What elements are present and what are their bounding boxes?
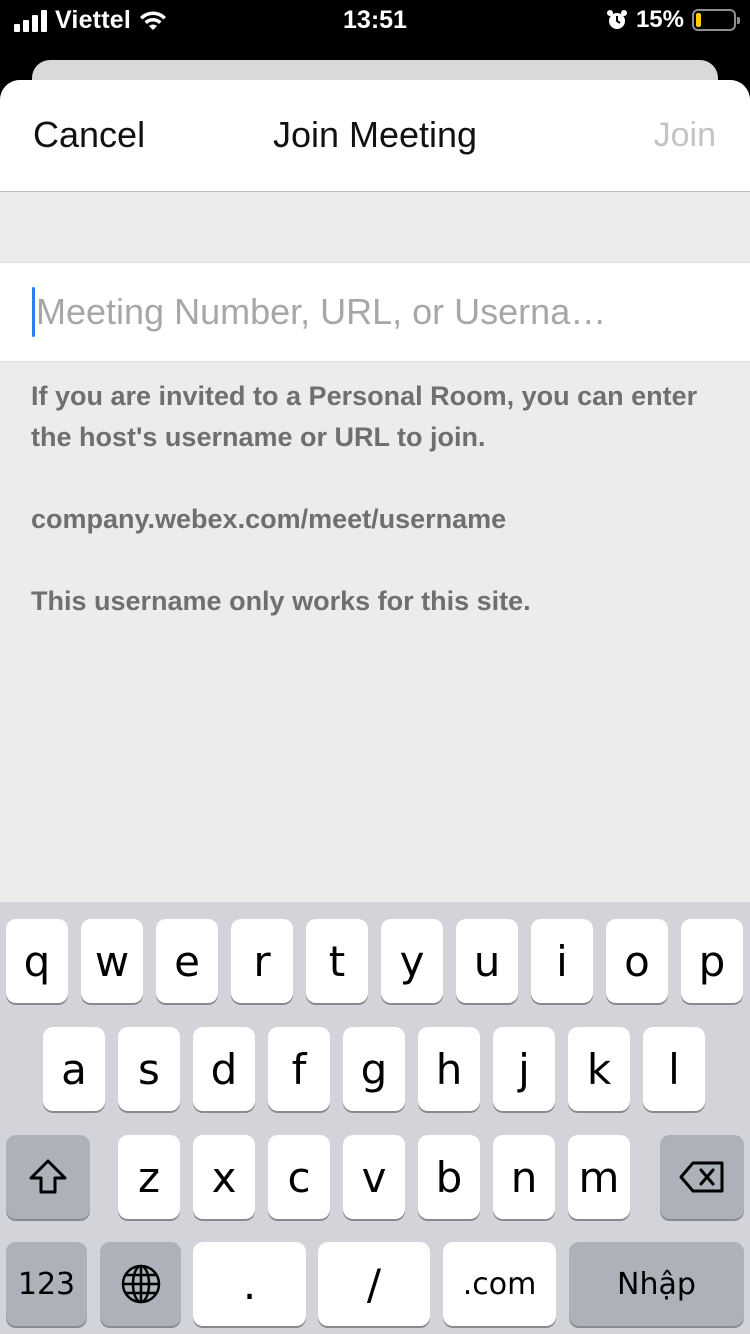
key-h[interactable]: h (418, 1027, 480, 1111)
key-v[interactable]: v (343, 1135, 405, 1219)
status-right: 15% (606, 6, 740, 34)
key-n[interactable]: n (493, 1135, 555, 1219)
key-t[interactable]: t (306, 919, 368, 1003)
help-personal-room: If you are invited to a Personal Room, y… (31, 381, 698, 452)
key-i[interactable]: i (531, 919, 593, 1003)
join-button[interactable]: Join (654, 116, 716, 155)
key-b[interactable]: b (418, 1135, 480, 1219)
key-j[interactable]: j (493, 1027, 555, 1111)
navigation-bar: Cancel Join Meeting Join (0, 80, 750, 192)
page-title: Join Meeting (272, 114, 478, 155)
shift-icon (29, 1159, 67, 1194)
status-bar: Viettel 13:51 15% (0, 0, 750, 40)
key-x[interactable]: x (193, 1135, 255, 1219)
key-e[interactable]: e (156, 919, 218, 1003)
key-a[interactable]: a (43, 1027, 105, 1111)
key-g[interactable]: g (343, 1027, 405, 1111)
delete-key[interactable] (660, 1135, 744, 1219)
return-key[interactable]: Nhập (569, 1242, 744, 1326)
key-l[interactable]: l (643, 1027, 705, 1111)
key-p[interactable]: p (681, 919, 743, 1003)
battery-level-fill (696, 13, 702, 27)
key-r[interactable]: r (231, 919, 293, 1003)
period-key[interactable]: . (193, 1242, 306, 1326)
delete-icon (679, 1161, 724, 1193)
key-s[interactable]: s (118, 1027, 180, 1111)
help-site-note: This username only works for this site. (31, 586, 531, 616)
shift-key[interactable] (6, 1135, 90, 1219)
meeting-input-row (0, 262, 750, 362)
meeting-number-input[interactable] (36, 279, 726, 345)
key-c[interactable]: c (268, 1135, 330, 1219)
key-y[interactable]: y (381, 919, 443, 1003)
key-u[interactable]: u (456, 919, 518, 1003)
key-z[interactable]: z (118, 1135, 180, 1219)
battery-percent: 15% (635, 6, 684, 33)
slash-key[interactable]: / (318, 1242, 430, 1326)
key-f[interactable]: f (268, 1027, 330, 1111)
key-w[interactable]: w (81, 919, 143, 1003)
key-o[interactable]: o (606, 919, 668, 1003)
text-caret (32, 287, 35, 337)
numbers-key[interactable]: 123 (6, 1242, 87, 1326)
help-text: If you are invited to a Personal Room, y… (31, 376, 721, 663)
battery-icon (692, 9, 740, 31)
globe-icon (121, 1264, 160, 1304)
key-q[interactable]: q (6, 919, 68, 1003)
key-m[interactable]: m (568, 1135, 630, 1219)
key-d[interactable]: d (193, 1027, 255, 1111)
keyboard: q w e r t y u i o p a s d f g h j k l z … (0, 902, 750, 1334)
alarm-icon (606, 10, 627, 29)
dotcom-key[interactable]: .com (443, 1242, 556, 1326)
help-url-example: company.webex.com/meet/username (31, 504, 507, 534)
key-k[interactable]: k (568, 1027, 630, 1111)
globe-key[interactable] (100, 1242, 181, 1326)
